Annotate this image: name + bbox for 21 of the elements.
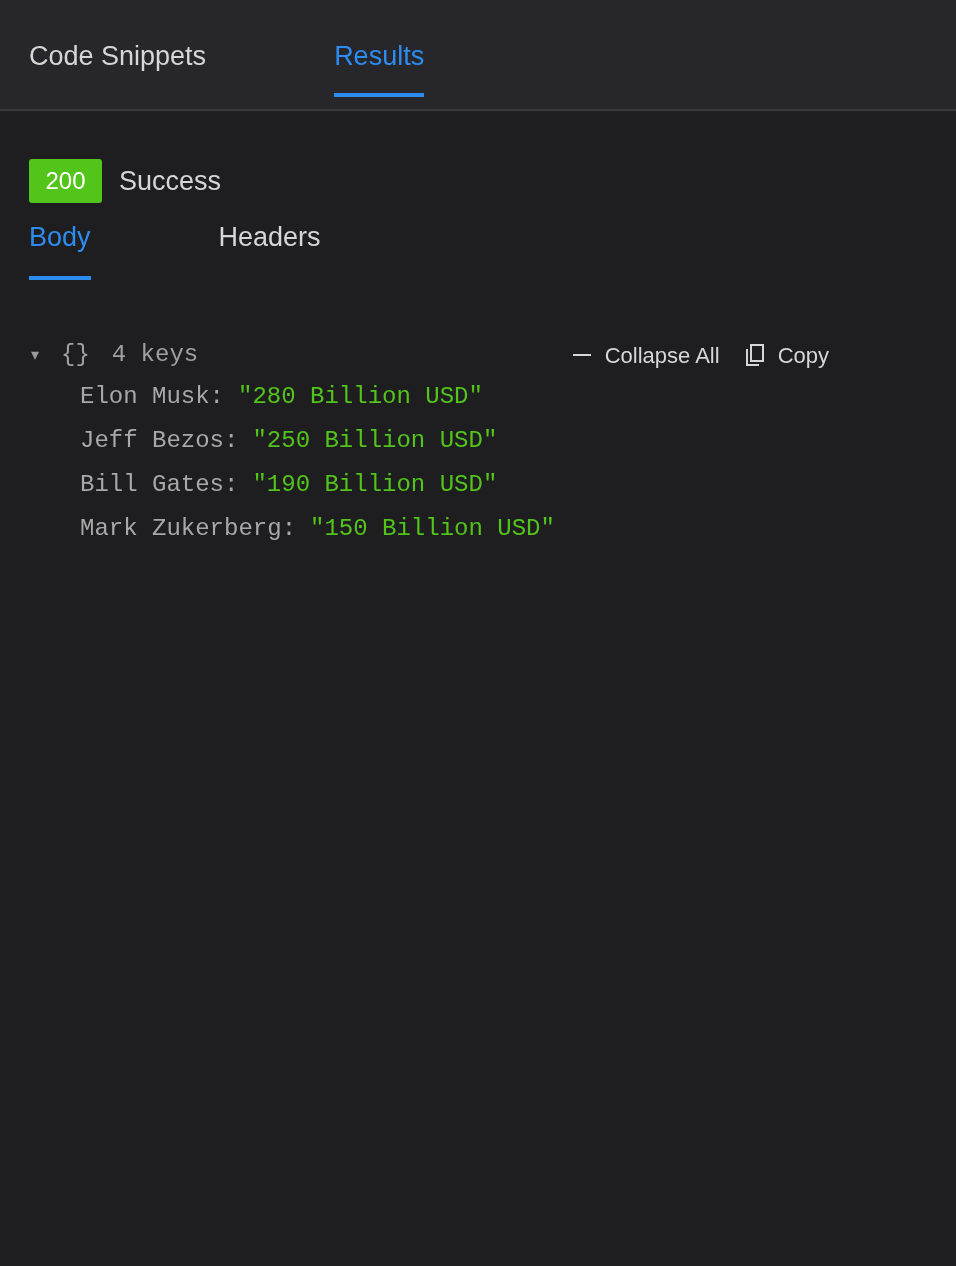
tab[interactable]: Headers xyxy=(218,217,321,280)
status-text: Success xyxy=(119,164,222,198)
json-key: Bill Gates: xyxy=(80,467,239,503)
collapse-all-button[interactable]: Collapse All xyxy=(572,338,720,372)
json-key: Elon Musk: xyxy=(80,379,225,415)
json-string-value: "280 Billion USD" xyxy=(238,382,483,412)
json-key: Mark Zukerberg: xyxy=(80,511,297,547)
json-string-value: "250 Billion USD" xyxy=(252,426,498,456)
json-string-value: "150 Billion USD" xyxy=(310,514,555,544)
copy-icon xyxy=(745,344,764,366)
tab[interactable]: Results xyxy=(334,0,425,97)
expand-toggle[interactable]: ▾ xyxy=(31,343,49,367)
json-string-value: "190 Billion USD" xyxy=(252,470,498,500)
minus-icon xyxy=(572,353,591,357)
status-code-badge: 200 xyxy=(29,159,102,203)
tab[interactable]: Code Snippets xyxy=(29,0,207,97)
object-braces: {} xyxy=(61,340,90,370)
json-key: Jeff Bezos: xyxy=(80,423,239,459)
key-count: 4 keys xyxy=(111,340,199,370)
tab[interactable]: Body xyxy=(29,217,91,280)
copy-button[interactable]: Copy xyxy=(745,338,829,372)
